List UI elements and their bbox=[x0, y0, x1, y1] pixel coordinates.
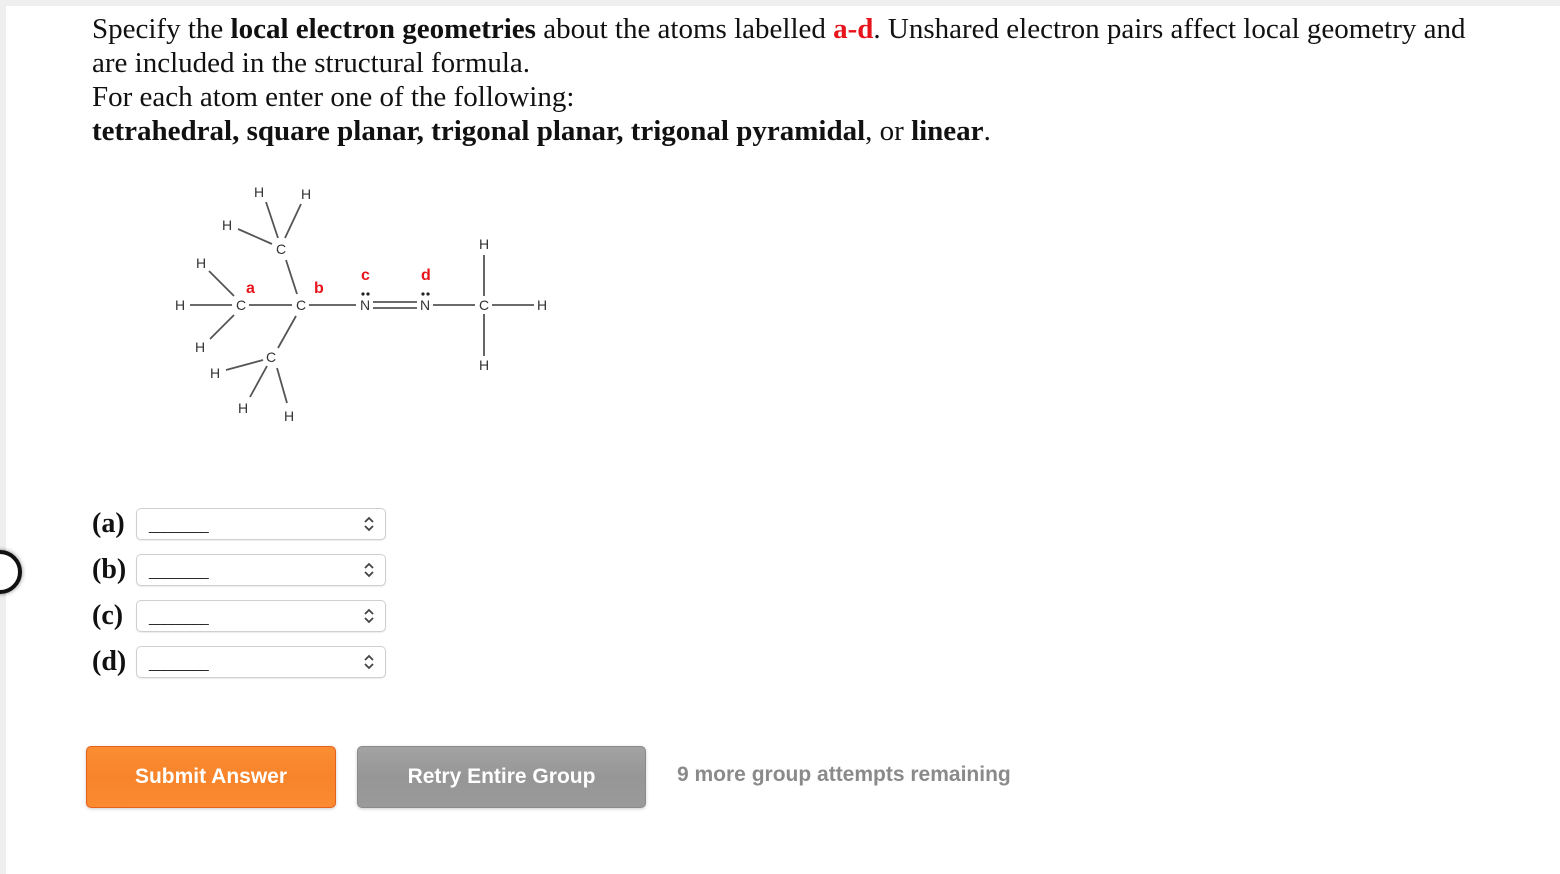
atom-range-highlight: a-d bbox=[833, 13, 874, 45]
geometry-select-a[interactable]: ________ bbox=[136, 508, 386, 540]
chevron-up-down-icon bbox=[364, 654, 374, 670]
chevron-up-down-icon bbox=[364, 562, 374, 578]
answer-row-d: (d) ________ bbox=[92, 646, 386, 678]
bond-cbot-h3 bbox=[276, 367, 288, 404]
atom-h: H bbox=[196, 255, 206, 271]
atom-cb: C bbox=[296, 297, 306, 313]
molecule-diagram: H C C N N C H H H H H C H H H C H H H a … bbox=[175, 184, 547, 424]
label-b: b bbox=[314, 280, 324, 297]
label-a: a bbox=[246, 280, 255, 297]
bond-cb-c-bottom bbox=[277, 315, 297, 349]
lone-pair-dot bbox=[421, 292, 425, 296]
answer-label-b: (b) bbox=[92, 554, 127, 585]
select-value: ________ bbox=[149, 609, 209, 626]
answer-row-a: (a) ________ bbox=[92, 508, 386, 540]
atom-nd: N bbox=[420, 297, 430, 313]
atom-c-top: C bbox=[276, 241, 286, 257]
atom-labels: a b c d bbox=[246, 267, 431, 297]
label-c: c bbox=[361, 267, 370, 284]
atom-h: H bbox=[284, 408, 294, 424]
answer-row-b: (b) ________ bbox=[92, 554, 386, 586]
retry-entire-group-button[interactable]: Retry Entire Group bbox=[357, 746, 646, 808]
atom-h: H bbox=[301, 186, 311, 202]
atom-c-methyl: C bbox=[479, 297, 489, 313]
select-value: ________ bbox=[149, 655, 209, 672]
atom-h: H bbox=[175, 297, 185, 313]
attempts-remaining-text: 9 more group attempts remaining bbox=[677, 763, 1011, 786]
bond-cb-c-top bbox=[285, 259, 298, 295]
select-value: ________ bbox=[149, 517, 209, 534]
atom-nc: N bbox=[360, 297, 370, 313]
atom-h: H bbox=[479, 357, 489, 373]
lone-pair-dot bbox=[361, 292, 365, 296]
atoms: H C C N N C H H H H H C H H H C H H H bbox=[175, 184, 547, 424]
atom-h: H bbox=[222, 217, 232, 233]
chevron-up-down-icon bbox=[364, 608, 374, 624]
bond-ca-h-lower bbox=[209, 314, 235, 340]
atom-h: H bbox=[254, 184, 264, 200]
atom-h: H bbox=[479, 236, 489, 252]
option-linear: linear bbox=[911, 115, 984, 147]
structural-formula: H C C N N C H H H H H C H H H C H H H a … bbox=[6, 6, 706, 486]
atom-h: H bbox=[210, 365, 220, 381]
atom-h: H bbox=[195, 339, 205, 355]
bond-ca-h-upper bbox=[208, 270, 235, 297]
bond-cbot-h1 bbox=[225, 359, 264, 371]
select-value: ________ bbox=[149, 563, 209, 580]
atom-h: H bbox=[537, 297, 547, 313]
bond-ctop-h2 bbox=[284, 203, 302, 239]
atom-h: H bbox=[238, 400, 248, 416]
geometry-select-d[interactable]: ________ bbox=[136, 646, 386, 678]
answer-label-c: (c) bbox=[92, 600, 124, 631]
answer-label-a: (a) bbox=[92, 508, 125, 539]
chevron-up-down-icon bbox=[364, 516, 374, 532]
geometry-select-c[interactable]: ________ bbox=[136, 600, 386, 632]
question-page: Specify the local electron geometries ab… bbox=[6, 6, 1560, 874]
bond-ctop-h1 bbox=[265, 201, 279, 239]
bond-ctop-h3 bbox=[237, 228, 273, 245]
answer-label-d: (d) bbox=[92, 646, 127, 677]
answer-row-c: (c) ________ bbox=[92, 600, 386, 632]
bond-cbot-h2 bbox=[249, 365, 268, 398]
lone-pairs bbox=[361, 292, 430, 296]
label-d: d bbox=[421, 267, 431, 284]
lone-pair-dot bbox=[426, 292, 430, 296]
atom-ca: C bbox=[236, 297, 246, 313]
lone-pair-dot bbox=[366, 292, 370, 296]
submit-answer-button[interactable]: Submit Answer bbox=[86, 746, 336, 808]
atom-c-bottom: C bbox=[266, 349, 276, 365]
geometry-select-b[interactable]: ________ bbox=[136, 554, 386, 586]
